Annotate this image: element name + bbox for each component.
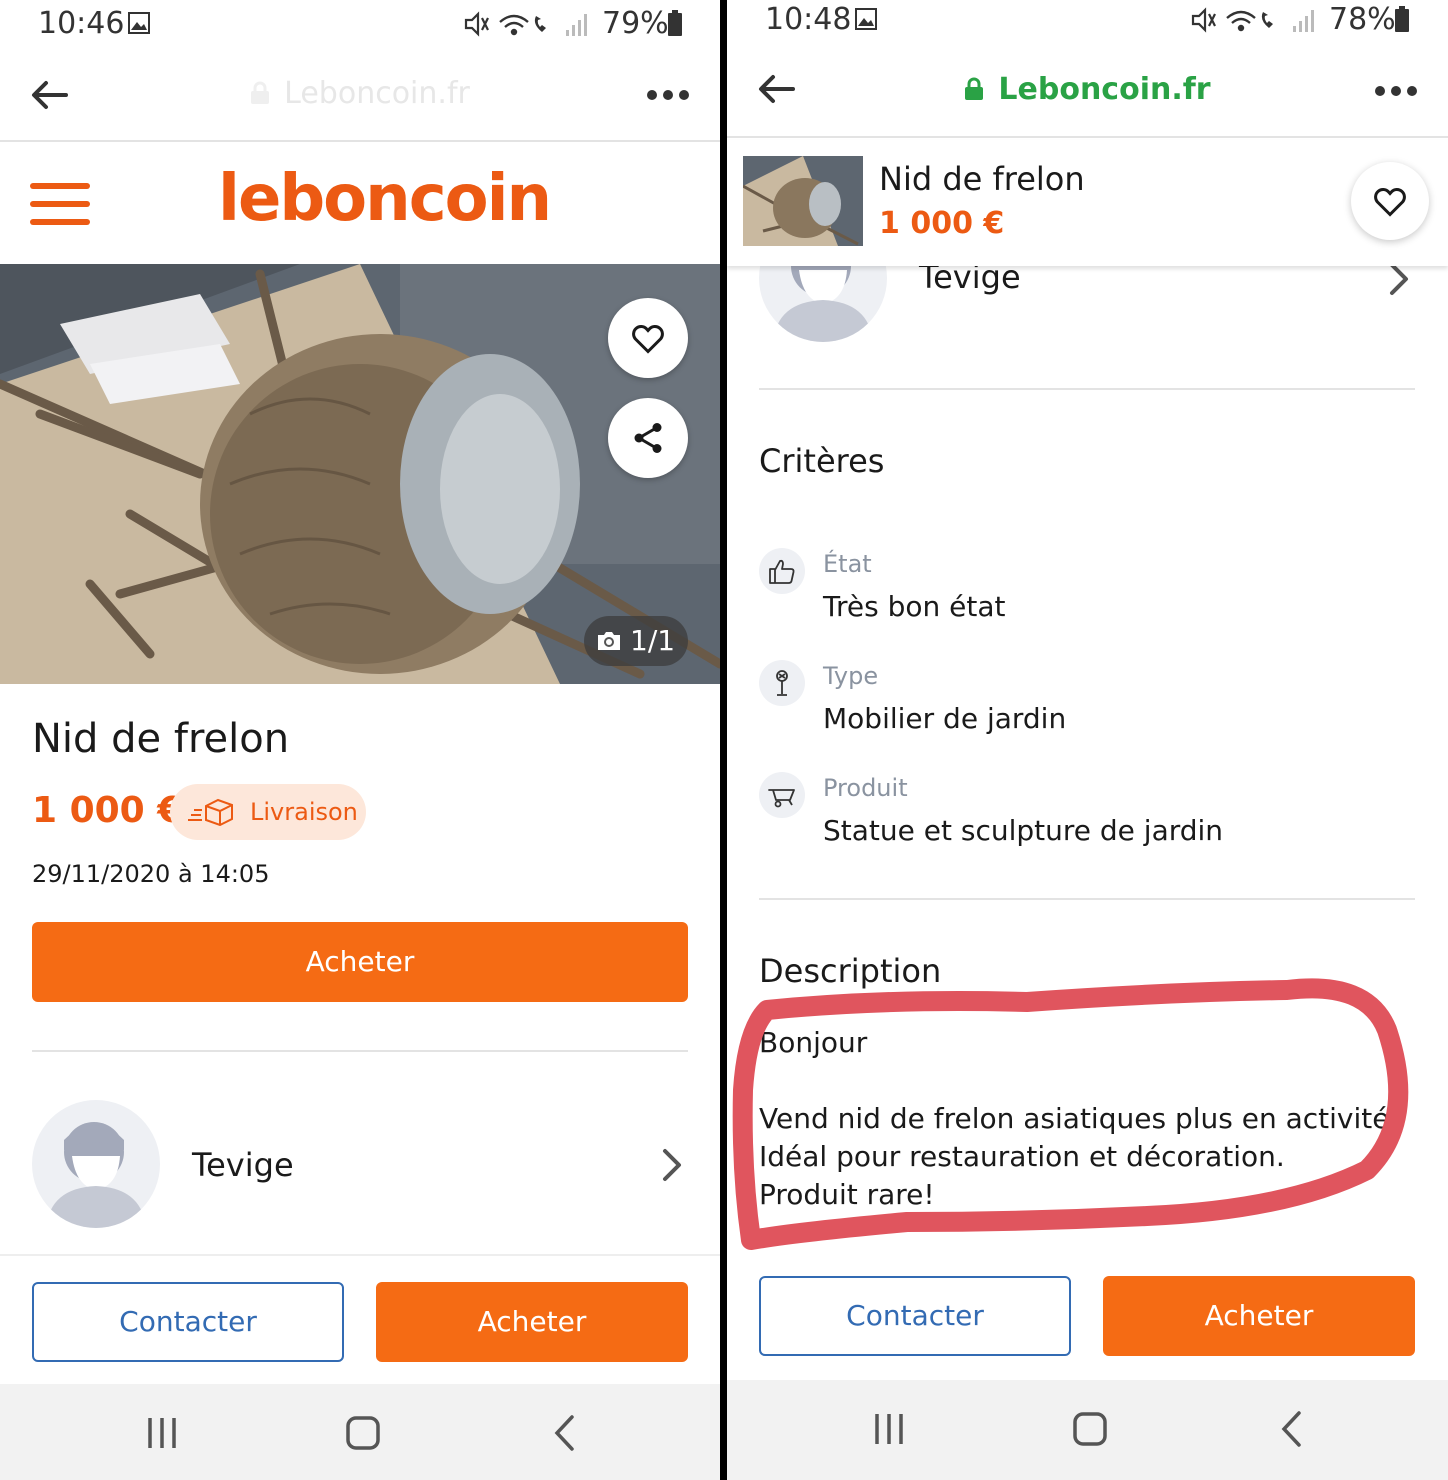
lock-icon: [964, 74, 984, 100]
criteria-value-product: Statue et sculpture de jardin: [823, 814, 1224, 847]
description-line: Produit rare!: [759, 1178, 935, 1211]
sticky-title: Nid de frelon: [879, 160, 1085, 198]
right-screenshot: 10:48 78% Leboncoin.fr Nid de frelon 1 0…: [727, 0, 1448, 1480]
buy-button[interactable]: Acheter: [32, 922, 688, 1002]
garden-lamp-icon: [759, 660, 805, 706]
chevron-right-icon[interactable]: [662, 1148, 682, 1182]
gallery-notification-icon: [855, 8, 877, 30]
battery-percentage: 79%: [602, 6, 669, 41]
description-line: Vend nid de frelon asiatiques plus en ac…: [759, 1102, 1399, 1135]
ad-date: 29/11/2020 à 14:05: [32, 860, 270, 888]
hamburger-menu-icon[interactable]: [30, 182, 90, 226]
share-button[interactable]: [608, 398, 688, 478]
ad-photo[interactable]: 1/1: [0, 264, 720, 684]
favorite-button[interactable]: [1351, 162, 1429, 240]
site-header: leboncoin: [0, 144, 720, 264]
delivery-badge: Livraison: [170, 784, 366, 840]
delivery-label: Livraison: [250, 798, 358, 826]
home-icon[interactable]: [346, 1416, 380, 1450]
description-line: Idéal pour restauration et décoration.: [759, 1140, 1285, 1173]
nav-back-icon[interactable]: [1279, 1410, 1303, 1448]
status-time: 10:46: [38, 6, 125, 41]
bottom-buy-button[interactable]: Acheter: [376, 1282, 688, 1362]
status-bar: 10:46 79%: [0, 0, 720, 50]
wheelbarrow-icon: [759, 772, 805, 818]
battery-icon: [668, 10, 682, 36]
battery-percentage: 78%: [1329, 2, 1396, 37]
divider: [759, 898, 1415, 900]
criteria-value-type: Mobilier de jardin: [823, 702, 1067, 735]
url-text[interactable]: Leboncoin.fr: [727, 72, 1448, 107]
status-time: 10:48: [765, 2, 852, 37]
ad-thumbnail[interactable]: [743, 156, 863, 246]
bottom-action-bar: Contacter Acheter: [0, 1254, 720, 1386]
heart-icon: [632, 325, 664, 354]
criteria-label-type: Type: [823, 662, 879, 690]
contact-button[interactable]: Contacter: [32, 1282, 344, 1362]
ad-price: 1 000 €: [32, 790, 183, 831]
more-options-icon[interactable]: [1374, 84, 1418, 98]
description-line: Bonjour: [759, 1026, 868, 1059]
sticky-price: 1 000 €: [879, 206, 1005, 241]
chevron-right-icon[interactable]: [1389, 262, 1409, 296]
system-icons: [1191, 7, 1314, 33]
description-title: Description: [759, 952, 942, 990]
photo-counter-text: 1/1: [630, 624, 676, 657]
status-bar: 10:48 78%: [727, 0, 1448, 50]
delivery-box-icon: [188, 798, 233, 826]
divider: [32, 1050, 688, 1052]
leboncoin-logo[interactable]: leboncoin: [218, 162, 552, 236]
gallery-notification-icon: [128, 12, 150, 34]
recent-apps-icon[interactable]: [146, 1416, 178, 1450]
contact-button[interactable]: Contacter: [759, 1276, 1071, 1356]
criteria-label-product: Produit: [823, 774, 908, 802]
android-nav-bar: [0, 1384, 720, 1480]
home-icon[interactable]: [1073, 1412, 1107, 1446]
recent-apps-icon[interactable]: [873, 1412, 905, 1446]
criteria-value-state: Très bon état: [823, 590, 1006, 623]
left-screenshot: 10:46 79% Leboncoin.fr leboncoin 1/1 Nid…: [0, 0, 720, 1480]
bottom-buy-button[interactable]: Acheter: [1103, 1276, 1415, 1356]
share-icon: [634, 423, 662, 453]
battery-icon: [1395, 6, 1409, 32]
lock-icon: [250, 78, 270, 104]
seller-avatar[interactable]: [32, 1100, 160, 1228]
seller-name[interactable]: Tevige: [192, 1146, 294, 1184]
hornet-nest-thumbnail: [743, 156, 863, 246]
criteria-title: Critères: [759, 442, 885, 480]
heart-icon: [1374, 188, 1406, 217]
nav-back-icon[interactable]: [552, 1414, 576, 1452]
bottom-action-bar: Contacter Acheter: [727, 1250, 1448, 1380]
thumbs-up-icon: [759, 548, 805, 594]
browser-url-bar: Leboncoin.fr: [0, 50, 720, 142]
favorite-button[interactable]: [608, 298, 688, 378]
url-domain: Leboncoin.fr: [998, 72, 1211, 107]
ad-title: Nid de frelon: [32, 716, 290, 762]
system-icons: [464, 11, 587, 37]
divider: [759, 388, 1415, 390]
photo-counter: 1/1: [584, 616, 688, 666]
more-options-icon[interactable]: [646, 88, 690, 102]
user-avatar-icon: [46, 1122, 146, 1228]
browser-url-bar: Leboncoin.fr: [727, 46, 1448, 138]
camera-icon: [598, 632, 620, 650]
sticky-ad-header: Nid de frelon 1 000 €: [727, 140, 1448, 266]
url-text[interactable]: Leboncoin.fr: [0, 76, 720, 111]
criteria-label-state: État: [823, 550, 872, 578]
url-domain: Leboncoin.fr: [284, 76, 470, 111]
android-nav-bar: [727, 1380, 1448, 1480]
